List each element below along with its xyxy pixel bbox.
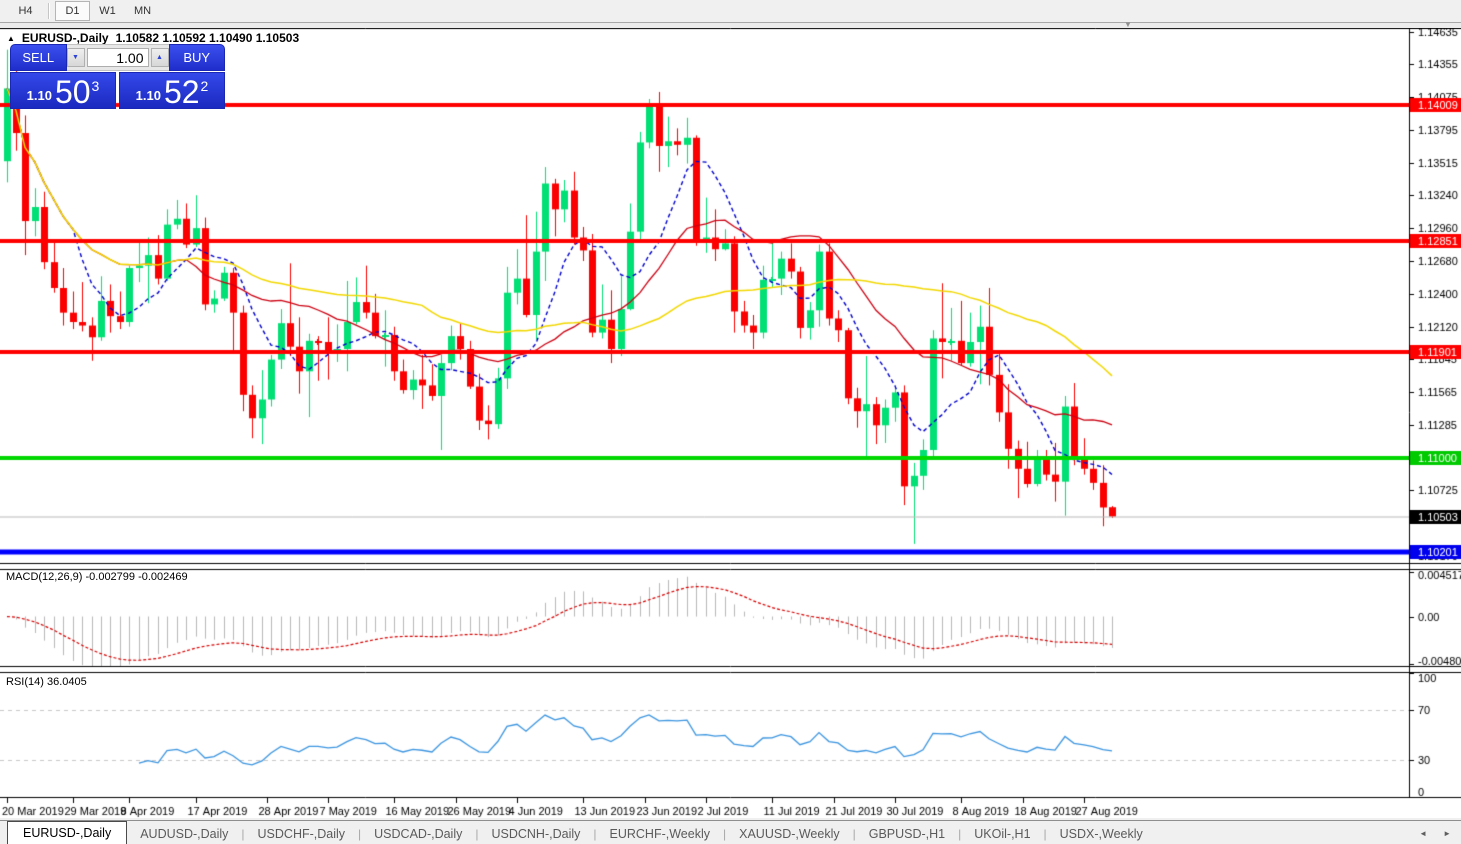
macd-indicator-label: MACD(12,26,9) -0.002799 -0.002469 — [6, 571, 188, 583]
sell-price-box[interactable]: 1.10 50 3 — [10, 72, 116, 109]
collapse-panel-icon[interactable]: ▲ — [7, 34, 15, 43]
tab-scroll-right-icon[interactable]: ► — [1443, 829, 1451, 838]
timeframe-button-h4[interactable]: H4 — [8, 1, 43, 21]
one-click-trading-panel: SELL ▼ ▲ BUY 1.10 50 3 1.10 52 2 — [10, 44, 225, 109]
volume-group: ▼ ▲ — [67, 44, 169, 71]
rsi-value: 36.0405 — [47, 676, 87, 688]
timeframe-toolbar: H4 D1W1MN — [0, 0, 1461, 22]
sell-price-pipette: 3 — [92, 78, 100, 94]
chart-tab-usdcnh-daily[interactable]: USDCNH-,Daily — [478, 824, 593, 844]
price-chart-canvas[interactable] — [0, 28, 1461, 818]
tab-scroll-controls: ◄ ► — [1419, 829, 1451, 838]
toolbar-separator — [48, 3, 50, 19]
buy-button[interactable]: BUY — [169, 44, 226, 71]
sell-price-big: 50 — [55, 77, 91, 107]
chart-tab-ukoil-h1[interactable]: UKOil-,H1 — [961, 824, 1043, 844]
chart-title: ▲ EURUSD-,Daily 1.10582 1.10592 1.10490 … — [7, 31, 299, 45]
volume-increase-button[interactable]: ▲ — [151, 48, 169, 67]
chart-tab-audusd-daily[interactable]: AUDUSD-,Daily — [127, 824, 241, 844]
chart-tab-eurusd-daily[interactable]: EURUSD-,Daily — [7, 821, 127, 844]
timeframe-button-d1[interactable]: D1 — [55, 1, 90, 21]
buy-price-box[interactable]: 1.10 52 2 — [119, 72, 225, 109]
chart-tab-gbpusd-h1[interactable]: GBPUSD-,H1 — [856, 824, 958, 844]
rsi-indicator-label: RSI(14) 36.0405 — [6, 676, 87, 688]
chart-tab-bar: EURUSD-,DailyAUDUSD-,Daily|USDCHF-,Daily… — [0, 820, 1461, 844]
chart-ohlc-values: 1.10582 1.10592 1.10490 1.10503 — [116, 31, 300, 45]
rsi-name: RSI(14) — [6, 676, 44, 688]
timeframe-button-mn[interactable]: MN — [125, 1, 160, 21]
chart-tab-usdcad-daily[interactable]: USDCAD-,Daily — [361, 824, 475, 844]
buy-price-pipette: 2 — [201, 78, 209, 94]
chart-tab-usdx-weekly[interactable]: USDX-,Weekly — [1047, 824, 1156, 844]
chart-tab-usdchf-daily[interactable]: USDCHF-,Daily — [245, 824, 359, 844]
macd-values: -0.002799 -0.002469 — [85, 571, 187, 583]
volume-input[interactable] — [87, 48, 149, 67]
tab-scroll-left-icon[interactable]: ◄ — [1419, 829, 1427, 838]
macd-name: MACD(12,26,9) — [6, 571, 82, 583]
buy-price-prefix: 1.10 — [136, 88, 161, 103]
sell-button[interactable]: SELL — [10, 44, 67, 71]
volume-decrease-button[interactable]: ▼ — [67, 48, 85, 67]
chart-symbol-period: EURUSD-,Daily — [22, 31, 109, 45]
timeframe-button-w1[interactable]: W1 — [90, 1, 125, 21]
buy-price-big: 52 — [164, 77, 200, 107]
chart-tab-eurchf-weekly[interactable]: EURCHF-,Weekly — [597, 824, 723, 844]
sell-price-prefix: 1.10 — [27, 88, 52, 103]
terminal-window: { "toolbar": { "timeframes": [ {"label":… — [0, 0, 1461, 844]
chart-tab-xauusd-weekly[interactable]: XAUUSD-,Weekly — [726, 824, 852, 844]
